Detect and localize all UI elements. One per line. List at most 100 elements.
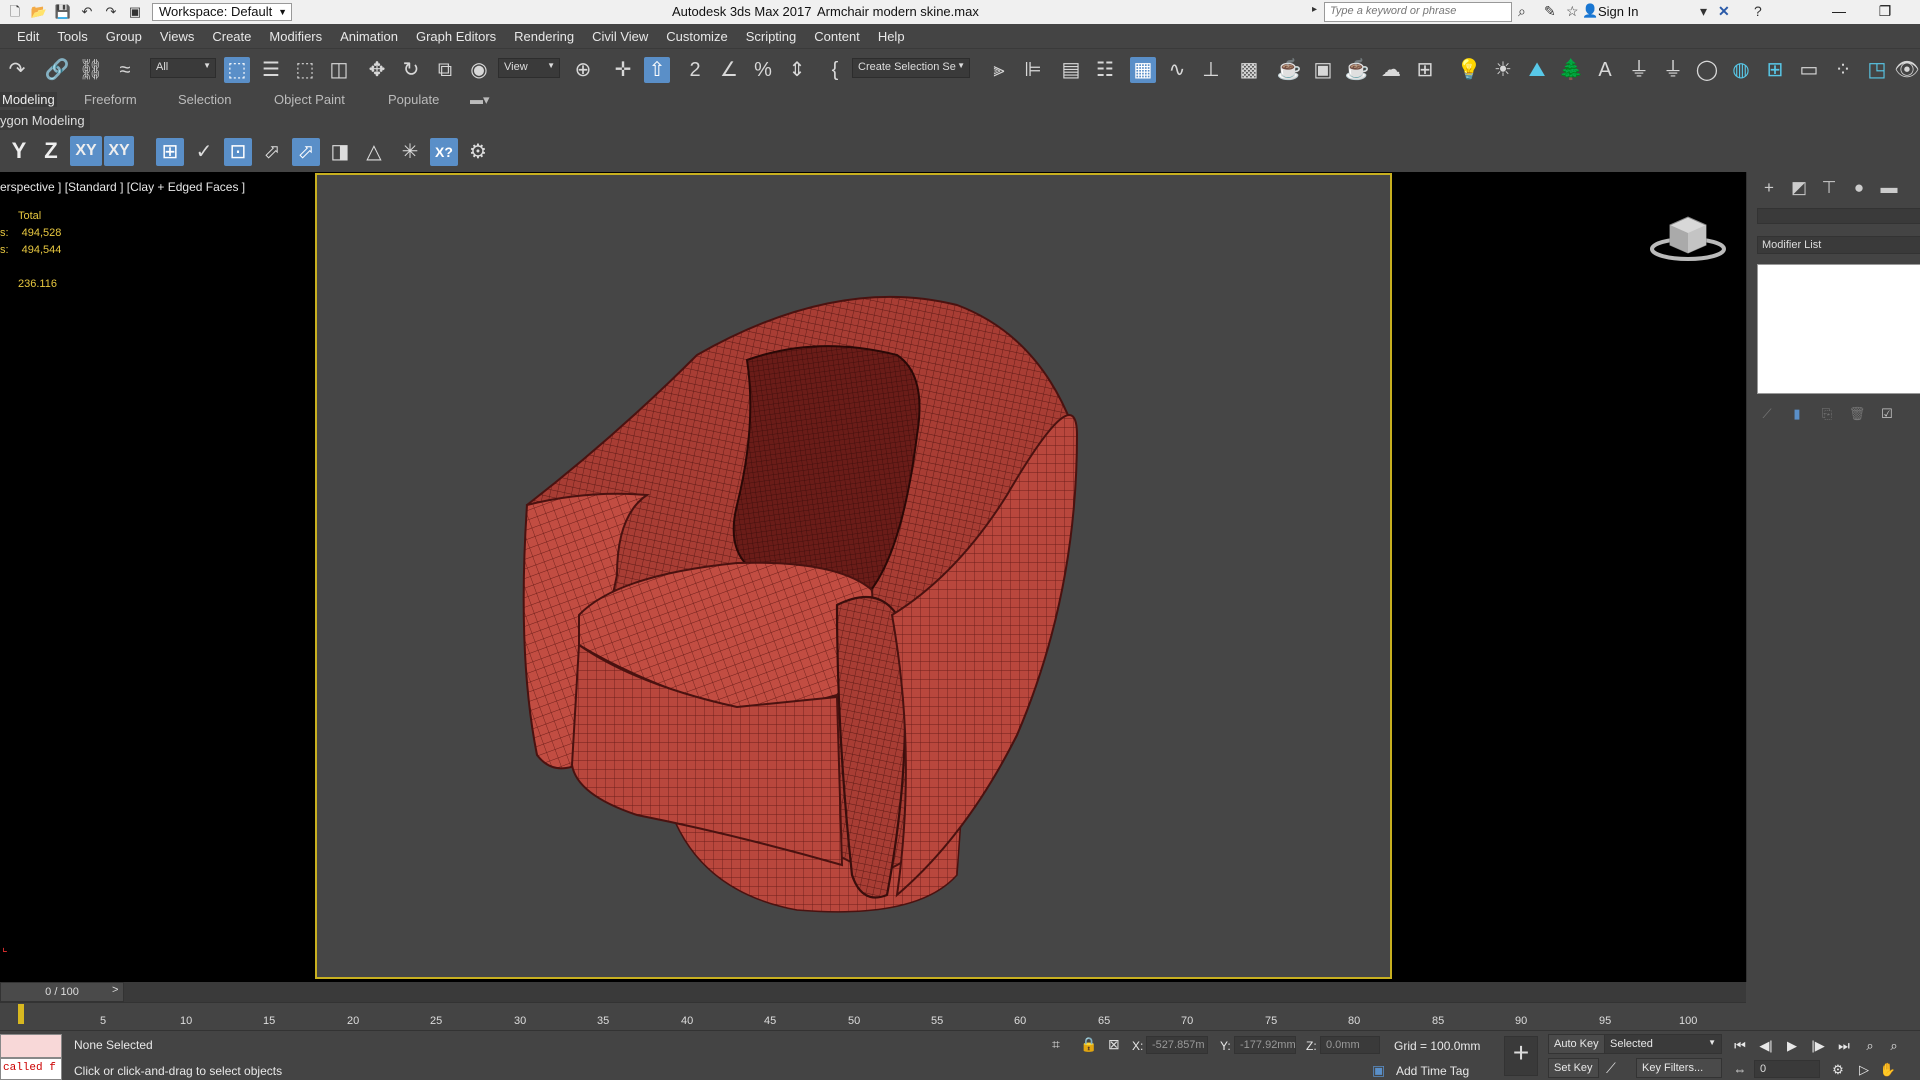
tree-icon[interactable]: 🌲	[1558, 57, 1584, 83]
light-icon[interactable]: 💡	[1456, 57, 1482, 83]
a360-gallery-icon[interactable]: ⊞	[1412, 57, 1438, 83]
select-and-rotate-icon[interactable]: ↻	[398, 57, 424, 83]
pin-stack-icon[interactable]: ⟋	[1757, 404, 1777, 424]
search-input[interactable]: Type a keyword or phrase	[1324, 2, 1512, 22]
pivot-center-icon[interactable]: ⊕	[570, 57, 596, 83]
y-coord-field[interactable]: -177.92mm	[1234, 1036, 1296, 1054]
current-frame-field[interactable]: 0	[1754, 1060, 1820, 1078]
eye-icon[interactable]: 👁	[1894, 57, 1920, 83]
maximize-button[interactable]: ❐	[1862, 0, 1908, 24]
select-and-link-icon[interactable]: 🔗	[44, 57, 70, 83]
menu-help[interactable]: Help	[878, 29, 905, 44]
modifier-list-dropdown[interactable]: Modifier List	[1757, 236, 1920, 254]
favorites-star-icon[interactable]: ☆	[1566, 3, 1579, 20]
next-frame-arrow-icon[interactable]: >	[112, 984, 118, 996]
axis-z-button[interactable]: Z	[38, 136, 64, 166]
key-tangent-icon[interactable]: ⟋	[1606, 1060, 1616, 1077]
menu-rendering[interactable]: Rendering	[514, 29, 574, 44]
menu-scripting[interactable]: Scripting	[746, 29, 797, 44]
sign-in-chevron-icon[interactable]: ▾	[1700, 3, 1707, 20]
remove-modifier-icon[interactable]: 🗑	[1847, 404, 1867, 424]
axis-xy-cycle-button[interactable]: XY	[104, 136, 134, 166]
configure-modifier-sets-icon[interactable]: ☑	[1877, 404, 1897, 424]
zoom-icon[interactable]: ⌕	[1858, 1036, 1882, 1056]
named-selection-sets-dropdown[interactable]: Create Selection Se ▼	[852, 58, 970, 78]
key-mode-dropdown[interactable]: Selected ▼	[1604, 1034, 1722, 1054]
render-in-cloud-icon[interactable]: ☁	[1378, 57, 1404, 83]
vertex-snap-icon[interactable]: ⊡	[224, 138, 252, 166]
terrain-icon[interactable]: ⛰	[1524, 57, 1550, 83]
unlink-selection-icon[interactable]: ⛓	[78, 57, 104, 83]
maxscript-output[interactable]: called f	[0, 1058, 62, 1080]
hierarchy-tab-icon[interactable]: ⊤	[1817, 176, 1841, 200]
z-coord-field[interactable]: 0.0mm	[1320, 1036, 1380, 1054]
go-to-start-icon[interactable]: ⏮	[1728, 1036, 1752, 1056]
undo-icon[interactable]: ↶	[78, 4, 96, 20]
pan-hand-icon[interactable]: ✋	[1876, 1060, 1900, 1080]
zoom-all-icon[interactable]: ⌕	[1882, 1036, 1906, 1056]
next-frame-icon[interactable]: |▶	[1806, 1036, 1830, 1056]
exchange-apps-icon[interactable]: ✕	[1718, 3, 1730, 20]
workspace-dropdown[interactable]: Workspace: Default ▼	[152, 3, 292, 21]
previous-frame-icon[interactable]: ◀|	[1754, 1036, 1778, 1056]
edit-named-selection-icon[interactable]: {	[822, 57, 848, 83]
auto-key-button[interactable]: Auto Key	[1548, 1034, 1605, 1054]
keyboard-shortcut-override-icon[interactable]: ⇧	[644, 57, 670, 83]
polygon-modeling-panel-label[interactable]: ygon Modeling	[0, 110, 90, 130]
timeline-ruler[interactable]: 5 10 15 20 25 30 35 40 45 50 55 60 65 70…	[0, 1002, 1746, 1030]
particle-icon[interactable]: ⁘	[1830, 57, 1856, 83]
edge-snap-icon[interactable]: ⬀	[292, 138, 320, 166]
scene-explorer-icon[interactable]: ▤	[1058, 57, 1084, 83]
midpoint-snap-icon[interactable]: ◨	[326, 138, 354, 166]
snap-to-frozen-icon[interactable]: X?	[430, 138, 458, 166]
reference-coordinate-dropdown[interactable]: View ▼	[498, 58, 560, 78]
track-bar[interactable]	[0, 982, 1746, 1002]
select-manipulate-icon[interactable]: ✛	[610, 57, 636, 83]
tab-freeform[interactable]: Freeform	[84, 92, 137, 107]
select-and-place-icon[interactable]: ◉	[466, 57, 492, 83]
select-object-icon[interactable]: ⬚	[224, 57, 250, 83]
blend-icon[interactable]: ⏚	[1660, 57, 1686, 83]
new-file-icon[interactable]: 🗋	[6, 4, 24, 20]
endpoint-snap-icon[interactable]: ⬀	[258, 138, 286, 166]
rendered-frame-window-icon[interactable]: ▣	[1310, 57, 1336, 83]
menu-edit[interactable]: Edit	[17, 29, 39, 44]
minimize-button[interactable]: —	[1816, 0, 1862, 24]
select-and-move-icon[interactable]: ✥	[364, 57, 390, 83]
snap-settings-icon[interactable]: ⚙	[464, 138, 492, 166]
absolute-mode-icon[interactable]: ⊠	[1108, 1036, 1120, 1053]
display-tab-icon[interactable]: ▬	[1877, 176, 1901, 200]
menu-group[interactable]: Group	[106, 29, 142, 44]
layer-explorer-icon[interactable]: ☷	[1092, 57, 1118, 83]
render-production-icon[interactable]: ☕	[1344, 57, 1370, 83]
menu-graph-editors[interactable]: Graph Editors	[416, 29, 496, 44]
box-icon[interactable]: ◳	[1864, 57, 1890, 83]
perspective-viewport[interactable]	[315, 173, 1392, 979]
percent-snap-icon[interactable]: %	[750, 57, 776, 83]
pivot-snap-icon[interactable]: ✓	[190, 138, 218, 166]
selection-filter-dropdown[interactable]: All ▼	[150, 58, 216, 78]
isolate-selection-icon[interactable]: ⌗	[1052, 1036, 1060, 1053]
open-file-icon[interactable]: 📂	[30, 4, 48, 20]
render-setup-icon[interactable]: ☕	[1276, 57, 1302, 83]
rectangular-selection-icon[interactable]: ⬚	[292, 57, 318, 83]
select-and-scale-icon[interactable]: ⧉	[432, 57, 458, 83]
torus-icon[interactable]: ◯	[1694, 57, 1720, 83]
key-mode-toggle-icon[interactable]: ⇔	[1728, 1060, 1752, 1080]
menu-create[interactable]: Create	[212, 29, 251, 44]
menu-views[interactable]: Views	[160, 29, 194, 44]
search-expand-icon[interactable]: ▸	[1312, 4, 1317, 15]
spinner-snap-icon[interactable]: ⇕	[784, 57, 810, 83]
menu-modifiers[interactable]: Modifiers	[269, 29, 322, 44]
schematic-view-icon[interactable]: ⊥	[1198, 57, 1224, 83]
curve-editor-icon[interactable]: ∿	[1164, 57, 1190, 83]
mirror-icon[interactable]: ⫸	[986, 57, 1012, 83]
modify-tab-icon[interactable]: ◩	[1787, 176, 1811, 200]
set-key-button[interactable]: Set Key	[1548, 1058, 1599, 1078]
make-unique-icon[interactable]: ⎘	[1817, 404, 1837, 424]
sphere-map-icon[interactable]: ◍	[1728, 57, 1754, 83]
camera-tripod-icon[interactable]: ⏚	[1626, 57, 1652, 83]
orbit-icon[interactable]: ▷	[1852, 1060, 1876, 1080]
set-key-plus-icon[interactable]: +	[1504, 1036, 1538, 1076]
redo-icon[interactable]: ↷	[4, 57, 30, 83]
